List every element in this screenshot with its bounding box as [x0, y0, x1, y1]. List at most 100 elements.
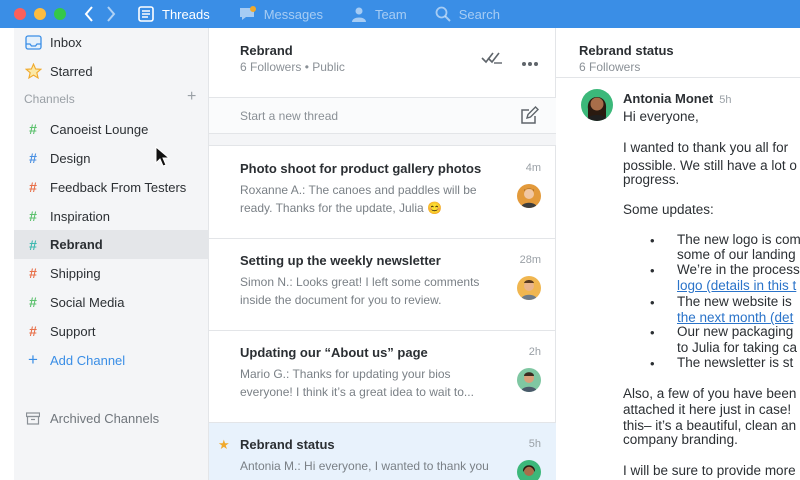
sidebar-item-label: Rebrand	[50, 237, 103, 252]
hash-icon: #	[29, 150, 37, 166]
avatar	[517, 184, 541, 208]
channel-subtitle: 6 Followers • Public	[240, 60, 345, 74]
message-text-line: this– it’s a beautiful, clean an	[623, 418, 797, 433]
thread-item[interactable]: Setting up the weekly newsletter 28m Sim…	[209, 239, 556, 331]
details-link[interactable]: the next month (det	[677, 310, 793, 325]
channel-title: Rebrand	[240, 43, 293, 58]
thread-item[interactable]: Updating our “About us” page 2h Mario G.…	[209, 331, 556, 423]
message-text-line: attached it here just in case!	[623, 402, 792, 417]
more-options-icon[interactable]	[521, 54, 539, 72]
details-link[interactable]: logo (details in this t	[677, 278, 796, 293]
forward-arrow-icon[interactable]	[106, 6, 116, 22]
nav-messages[interactable]: Messages	[238, 6, 323, 22]
sidebar-item-shipping[interactable]: # Shipping	[14, 260, 209, 286]
author-name: Antonia Monet	[623, 91, 714, 106]
sidebar-item-archived-channels[interactable]: Archived Channels	[14, 405, 209, 431]
avatar	[517, 368, 541, 392]
channels-section-label: Channels	[24, 92, 75, 106]
sidebar-item-social-media[interactable]: # Social Media	[14, 289, 209, 315]
sidebar-item-label: Feedback From Testers	[50, 179, 187, 195]
message-text-line: Our new packaging	[677, 324, 794, 339]
message-text-line: The new logo is com	[677, 232, 800, 247]
message-greeting: Hi everyone,	[623, 109, 699, 124]
add-channel-button[interactable]: + Add Channel	[14, 347, 209, 373]
message-time: 5h	[719, 94, 732, 106]
nav-threads[interactable]: Threads	[138, 6, 210, 22]
thread-preview-line: everyone! I think it’s a great idea to w…	[240, 385, 474, 399]
new-thread-input[interactable]: Start a new thread	[209, 98, 556, 134]
plus-icon: +	[28, 350, 38, 369]
back-arrow-icon[interactable]	[84, 6, 94, 22]
thread-list-divider	[209, 134, 556, 146]
add-channel-plus-icon[interactable]: +	[187, 88, 196, 106]
new-thread-placeholder: Start a new thread	[240, 109, 339, 123]
thread-preview-line: Simon N.: Looks great! I left some comme…	[240, 275, 480, 289]
sidebar-item-label: Social Media	[50, 294, 125, 310]
sidebar-item-label: Starred	[50, 63, 93, 79]
sidebar-item-label: Design	[50, 150, 91, 166]
bullet-dot: •	[650, 356, 655, 371]
sidebar-item-support[interactable]: # Support	[14, 318, 209, 344]
thread-preview: Roxanne A.: The canoes and paddles will …	[240, 181, 485, 217]
thread-time: 28m	[519, 254, 541, 266]
message-text-line: We’re in the process	[677, 262, 800, 277]
sidebar-item-label: Archived Channels	[50, 410, 160, 426]
message-text-line: I wanted to thank you all for	[623, 140, 789, 155]
message-text-line: progress.	[623, 172, 680, 187]
mouse-cursor-icon	[155, 145, 171, 173]
message-text-line: company branding.	[623, 432, 738, 447]
thread-preview-line: Antonia M.: Hi everyone, I wanted to tha…	[240, 459, 489, 473]
sidebar-item-starred[interactable]: Starred	[14, 58, 209, 84]
sidebar-item-feedback-from-testers[interactable]: # Feedback From Testers	[14, 174, 209, 200]
sidebar-item-canoeist-lounge[interactable]: # Canoeist Lounge	[14, 116, 209, 142]
sidebar-item-rebrand[interactable]: # Rebrand	[14, 230, 209, 259]
message-author: Antonia Monet 5h	[623, 91, 732, 106]
sidebar: Inbox Starred Channels + # Canoeist Loun…	[14, 28, 209, 480]
nav-messages-label: Messages	[263, 6, 323, 22]
message-text-line: to Julia for taking ca	[677, 340, 798, 355]
message-panel: Rebrand status 6 Followers Antonia Monet…	[556, 28, 800, 480]
sidebar-item-label: Canoeist Lounge	[50, 121, 149, 137]
hash-icon: #	[29, 323, 37, 339]
thread-item[interactable]: Photo shoot for product gallery photos 4…	[209, 147, 556, 239]
avatar	[517, 460, 541, 480]
thread-title: Updating our “About us” page	[240, 345, 428, 360]
nav-team[interactable]: Team	[351, 6, 407, 22]
sidebar-item-design[interactable]: # Design	[14, 145, 209, 171]
thread-preview-line: ready. Thanks for the update, Julia 😊	[240, 201, 442, 215]
avatar	[517, 276, 541, 300]
message-text-line: I will be sure to provide more	[623, 463, 796, 478]
compose-icon[interactable]	[520, 106, 539, 130]
close-window-button[interactable]	[14, 8, 26, 20]
messages-icon	[238, 6, 256, 22]
sidebar-item-label: Inspiration	[50, 208, 110, 224]
window-controls	[14, 8, 66, 20]
thread-preview: Mario G.: Thanks for updating your bios …	[240, 365, 485, 401]
thread-title: Photo shoot for product gallery photos	[240, 161, 482, 176]
nav-search[interactable]: Search	[435, 6, 500, 22]
updates-heading: Some updates:	[623, 202, 714, 217]
hash-icon: #	[29, 236, 37, 253]
bullet-dot: •	[650, 295, 655, 310]
thread-time: 2h	[528, 346, 541, 358]
nav-threads-label: Threads	[162, 6, 210, 22]
bullet-dot: •	[650, 233, 655, 248]
thread-title: Rebrand status	[579, 43, 674, 58]
hash-icon: #	[29, 294, 37, 310]
sidebar-item-inspiration[interactable]: # Inspiration	[14, 203, 209, 229]
thread-list-header: Rebrand 6 Followers • Public	[209, 28, 556, 98]
archive-box-icon	[24, 411, 42, 425]
thread-list-panel: Rebrand 6 Followers • Public Start a new…	[209, 28, 556, 480]
thread-time: 4m	[525, 162, 541, 174]
mark-all-read-icon[interactable]	[481, 50, 503, 71]
maximize-window-button[interactable]	[54, 8, 66, 20]
thread-item-selected[interactable]: ★ Rebrand status 5h Antonia M.: Hi every…	[209, 423, 556, 480]
bullet-dot: •	[650, 263, 655, 278]
star-icon[interactable]: ★	[218, 437, 230, 453]
sidebar-item-inbox[interactable]: Inbox	[14, 29, 209, 55]
minimize-window-button[interactable]	[34, 8, 46, 20]
sidebar-item-label: Support	[50, 323, 96, 339]
thread-time: 5h	[528, 438, 541, 450]
thread-subtitle: 6 Followers	[579, 60, 641, 74]
team-icon	[351, 6, 367, 22]
